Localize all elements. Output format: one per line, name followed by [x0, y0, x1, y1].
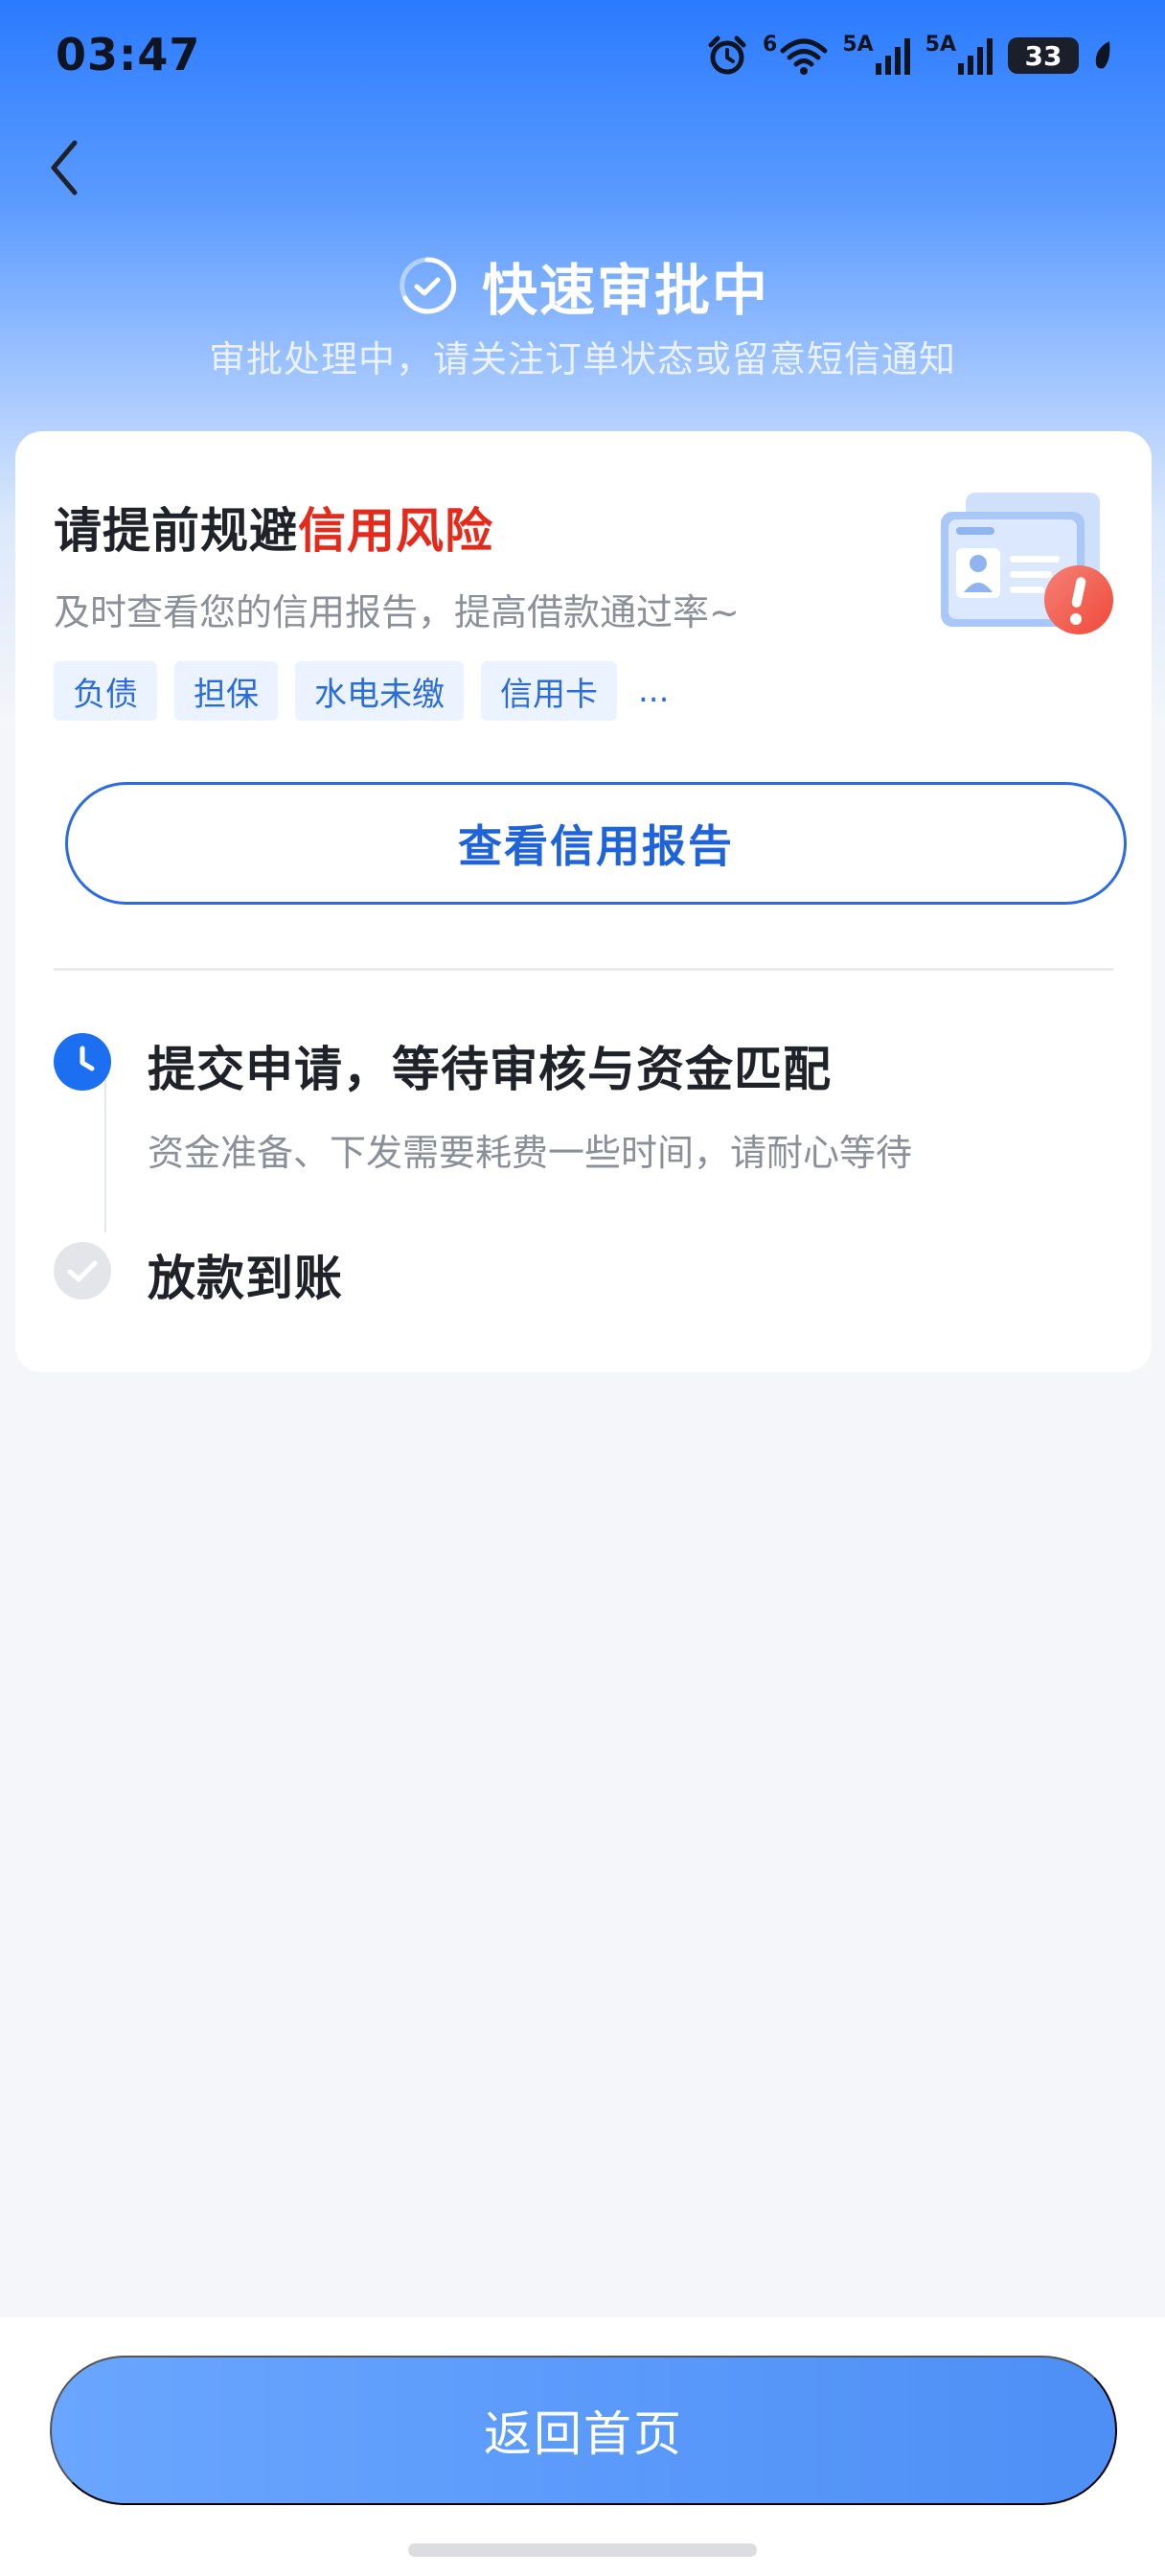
status-time: 03:47: [56, 29, 201, 80]
step-submit-description: 资金准备、下发需要耗费一些时间，请耐心等待: [148, 1132, 913, 1174]
page-subtitle: 审批处理中，请关注订单状态或留意短信通知: [208, 338, 956, 380]
risk-tag: 水电未缴: [295, 661, 464, 721]
back-to-home-button[interactable]: 返回首页: [50, 2356, 1117, 2505]
leaf-icon: [1092, 39, 1113, 72]
risk-tag: 担保: [174, 661, 278, 721]
alarm-icon: [705, 34, 749, 78]
clock-icon: [54, 1033, 111, 1091]
credit-report-illustration: [941, 493, 1113, 634]
home-indicator[interactable]: [408, 2543, 757, 2557]
check-icon: [54, 1242, 111, 1300]
battery-icon: 33: [1008, 37, 1079, 74]
view-credit-report-button[interactable]: 查看信用报告: [65, 782, 1127, 905]
credit-risk-highlight: 信用风险: [298, 503, 493, 559]
step-disburse-title: 放款到账: [148, 1251, 343, 1306]
credit-risk-title: 请提前规避信用风险: [54, 503, 493, 559]
risk-tag: 负债: [54, 661, 157, 721]
status-icons: 6 5A 5A 33: [705, 33, 1113, 79]
chevron-left-icon: [51, 140, 78, 196]
approval-check-icon: [400, 257, 457, 314]
approval-card: 请提前规避信用风险 及时查看您的信用报告，提高借款通过率~ 负债 担保 水电未缴…: [15, 431, 1152, 1372]
step-submit-title: 提交申请，等待审核与资金匹配: [148, 1042, 832, 1097]
risk-tag: 信用卡: [481, 661, 617, 721]
page-title: 快速审批中: [481, 258, 769, 323]
risk-tags-more: ...: [638, 672, 670, 710]
back-button[interactable]: [44, 134, 102, 201]
divider: [54, 968, 1113, 971]
signal-icon: 5A: [925, 33, 994, 75]
bottom-bar: 返回首页: [0, 2317, 1165, 2576]
signal-icon: 5A: [842, 33, 911, 75]
risk-tags: 负债 担保 水电未缴 信用卡 ...: [54, 661, 669, 721]
status-bar: 03:47 6 5A 5A 33: [0, 0, 1165, 115]
page-title-row: 快速审批中: [0, 245, 1165, 326]
wifi-icon: 6: [763, 33, 829, 76]
credit-risk-description: 及时查看您的信用报告，提高借款通过率~: [54, 591, 740, 633]
